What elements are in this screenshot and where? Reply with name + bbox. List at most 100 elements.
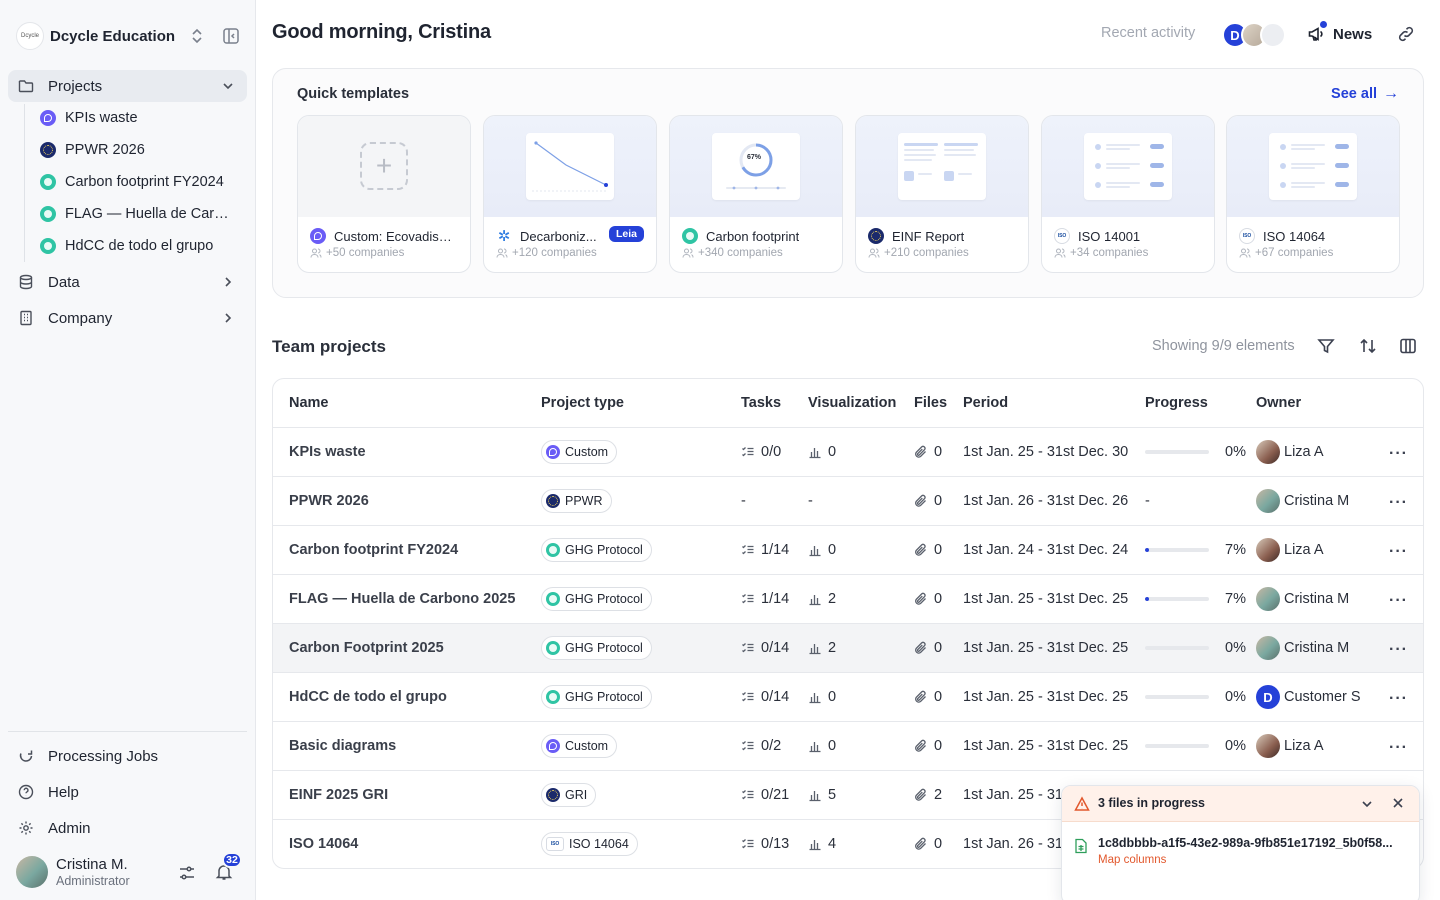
project-name[interactable]: Basic diagrams <box>289 722 396 770</box>
progress-value: 0% <box>1225 640 1246 656</box>
tasks-cell: 1/14 <box>741 575 789 623</box>
project-name[interactable]: PPWR 2026 <box>289 477 369 525</box>
table-row[interactable]: FLAG — Huella de Carbono 2025 GHG Protoc… <box>273 575 1423 624</box>
tasks-value: 1/14 <box>761 542 790 558</box>
template-companies: +210 companies <box>868 247 969 259</box>
visualization-cell: 2 <box>808 624 836 672</box>
user-profile[interactable]: Cristina M. Administrator 32 <box>16 852 242 889</box>
row-more-icon[interactable]: ··· <box>1389 592 1409 609</box>
sidebar-project-carbon-footprint-fy2024[interactable]: Carbon footprint FY2024 <box>40 168 240 196</box>
chevron-down-icon[interactable] <box>221 79 235 93</box>
close-icon[interactable] <box>1391 796 1405 810</box>
sort-icon[interactable] <box>1359 337 1377 355</box>
visualization-value: 4 <box>828 836 837 852</box>
chevron-right-icon[interactable] <box>221 275 235 289</box>
tasks-cell: 1/14 <box>741 526 789 574</box>
see-all-link[interactable]: See all → <box>1331 85 1399 103</box>
table-row[interactable]: Carbon footprint FY2024 GHG Protocol 1/1… <box>273 526 1423 575</box>
plus-icon: + <box>360 142 408 190</box>
column-header-visualization[interactable]: Visualization <box>808 395 896 411</box>
template-card-decarbonization[interactable]: ✲ Decarboniz... Leia +120 companies <box>483 115 657 273</box>
column-header-owner[interactable]: Owner <box>1256 395 1301 411</box>
period-cell: 1st Jan. 25 - 31s <box>963 787 1071 803</box>
table-row[interactable]: KPIs waste Custom 0/0 0 0 1st Jan. 25 - 3… <box>273 428 1423 477</box>
tasks-value: 0/21 <box>761 787 790 803</box>
project-name[interactable]: HdCC de todo el grupo <box>289 673 447 721</box>
chevron-right-icon[interactable] <box>221 311 235 325</box>
visualization-cell: 0 <box>808 673 836 721</box>
nav-processing-jobs-label: Processing Jobs <box>48 747 159 765</box>
row-more-icon[interactable]: ··· <box>1389 445 1409 462</box>
org-switcher[interactable]: Dcycle Dcycle Education <box>16 22 242 50</box>
sidebar-project-hdcc[interactable]: HdCC de todo el grupo <box>40 232 240 260</box>
project-name[interactable]: Carbon footprint FY2024 <box>289 526 458 574</box>
template-name: Custom: Ecovadis, ... <box>310 227 460 245</box>
chevron-down-icon[interactable] <box>1360 797 1374 811</box>
project-type-label: GHG Protocol <box>565 690 643 704</box>
upload-file-name[interactable]: 1c8dbbbb-a1f5-43e2-989a-9fb851e17192_5b0… <box>1098 836 1408 850</box>
period-cell: 1st Jan. 25 - 31st Dec. 25 <box>963 689 1129 705</box>
link-icon[interactable] <box>1396 24 1416 44</box>
tasks-value: 0/13 <box>761 836 790 852</box>
columns-icon[interactable] <box>1399 337 1417 355</box>
column-header-project-type[interactable]: Project type <box>541 395 624 411</box>
row-more-icon[interactable]: ··· <box>1389 739 1409 756</box>
bar-chart-icon <box>809 595 821 606</box>
sidebar-project-label: HdCC de todo el grupo <box>65 238 214 254</box>
template-card-iso-14001[interactable]: ISO ISO 14001 +34 companies <box>1041 115 1215 273</box>
sliders-icon[interactable] <box>178 864 196 882</box>
column-header-period[interactable]: Period <box>963 395 1008 411</box>
progress-cell: 0% <box>1145 428 1246 476</box>
row-more-icon[interactable]: ··· <box>1389 641 1409 658</box>
sidebar-project-flag[interactable]: FLAG — Huella de Carbono 2025 <box>40 200 240 228</box>
template-thumbnail <box>1042 116 1214 217</box>
table-row[interactable]: PPWR 2026 PPWR - - 0 1st Jan. 26 - 31st D… <box>273 477 1423 526</box>
nav-company[interactable]: Company <box>8 302 247 334</box>
nav-processing-jobs[interactable]: Processing Jobs <box>8 740 247 772</box>
sidebar-collapse-icon[interactable] <box>222 27 240 45</box>
recent-activity-avatars[interactable]: D <box>1222 22 1286 48</box>
recent-activity-link[interactable]: Recent activity <box>1101 25 1195 41</box>
sidebar-divider <box>8 731 247 732</box>
report-thumbnail <box>898 133 986 200</box>
gear-icon <box>18 820 34 836</box>
news-button[interactable]: News <box>1307 21 1372 46</box>
column-header-progress[interactable]: Progress <box>1145 395 1208 411</box>
table-row[interactable]: HdCC de todo el grupo GHG Protocol 0/14 … <box>273 673 1423 722</box>
project-name[interactable]: EINF 2025 GRI <box>289 771 388 819</box>
decarbonization-icon: ✲ <box>497 228 511 245</box>
column-header-files[interactable]: Files <box>914 395 947 411</box>
row-more-icon[interactable]: ··· <box>1389 494 1409 511</box>
project-name[interactable]: KPIs waste <box>289 428 366 476</box>
bar-chart-icon <box>809 546 821 557</box>
template-card-carbon-footprint[interactable]: 67% Carbon footprint +340 companies <box>669 115 843 273</box>
row-more-icon[interactable]: ··· <box>1389 690 1409 707</box>
notification-count-badge: 32 <box>222 852 242 868</box>
project-name[interactable]: ISO 14064 <box>289 820 358 868</box>
sidebar-project-ppwr-2026[interactable]: PPWR 2026 <box>40 136 240 164</box>
column-header-name[interactable]: Name <box>289 395 329 411</box>
template-card-custom[interactable]: + Custom: Ecovadis, ... +50 companies <box>297 115 471 273</box>
upload-file-status[interactable]: Map columns <box>1098 854 1166 866</box>
template-card-iso-14064[interactable]: ISO ISO 14064 +67 companies <box>1226 115 1400 273</box>
files-cell: 0 <box>914 722 942 770</box>
nav-data[interactable]: Data <box>8 266 247 298</box>
table-row[interactable]: Carbon Footprint 2025 GHG Protocol 0/14 … <box>273 624 1423 673</box>
template-card-einf-report[interactable]: EINF Report +210 companies <box>855 115 1029 273</box>
table-row[interactable]: Basic diagrams Custom 0/2 0 0 1st Jan. 25… <box>273 722 1423 771</box>
column-header-tasks[interactable]: Tasks <box>741 395 781 411</box>
custom-icon <box>546 739 560 753</box>
nav-admin[interactable]: Admin <box>8 812 247 844</box>
sidebar-project-kpis-waste[interactable]: KPIs waste <box>40 104 240 132</box>
sidebar-project-label: KPIs waste <box>65 110 138 126</box>
iso-icon: ISO <box>1054 228 1070 244</box>
chevron-updown-icon[interactable] <box>188 26 206 46</box>
nav-projects[interactable]: Projects <box>8 70 247 102</box>
nav-help[interactable]: Help <box>8 776 247 808</box>
tasks-cell: 0/13 <box>741 820 789 868</box>
project-name[interactable]: Carbon Footprint 2025 <box>289 624 444 672</box>
project-name[interactable]: FLAG — Huella de Carbono 2025 <box>289 575 515 623</box>
filter-icon[interactable] <box>1317 337 1335 355</box>
row-more-icon[interactable]: ··· <box>1389 543 1409 560</box>
tasks-cell: - <box>741 477 746 525</box>
